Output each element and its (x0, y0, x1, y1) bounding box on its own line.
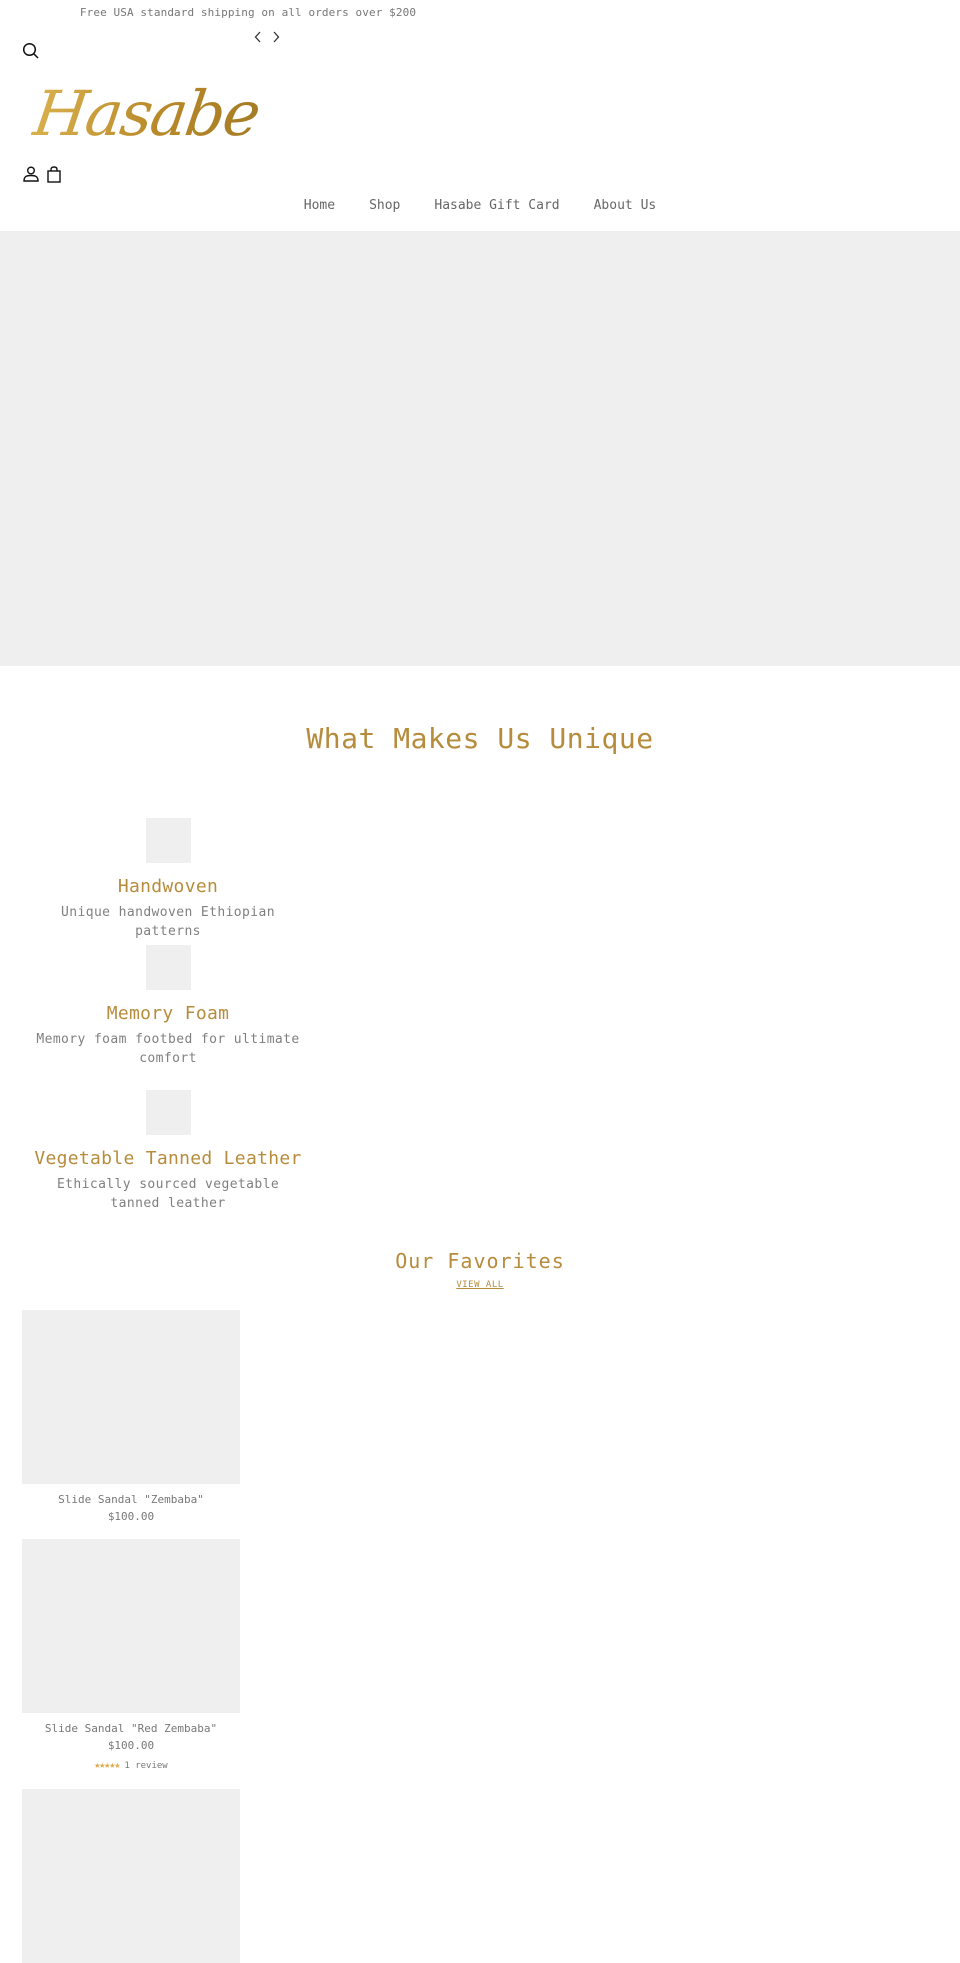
product-image[interactable] (22, 1539, 240, 1713)
memory-foam-icon (145, 945, 191, 990)
star-rating-icon: ★★★★★ (94, 1760, 120, 1771)
product-image[interactable] (22, 1789, 240, 1963)
feature-text: Ethically sourced vegetable tanned leath… (56, 1177, 280, 1211)
search-icon[interactable] (21, 41, 41, 61)
shopping-bag-icon[interactable] (46, 165, 62, 183)
leather-icon (145, 1090, 191, 1135)
feature-item: Vegetable Tanned Leather Ethically sourc… (0, 1090, 336, 1213)
feature-item: Memory Foam Memory foam footbed for ulti… (0, 945, 336, 1068)
feature-item: Handwoven Unique handwoven Ethiopian pat… (0, 818, 336, 941)
view-all-link[interactable]: VIEW ALL (456, 1280, 503, 1290)
review-count: 1 review (124, 1760, 168, 1771)
nav-item-shop[interactable]: Shop (352, 198, 417, 213)
product-name[interactable]: Slide Sandal "Zembaba" (22, 1493, 240, 1506)
user-icon[interactable] (22, 165, 40, 183)
announcement-text: Free USA standard shipping on all orders… (79, 6, 417, 19)
main-nav: Home Shop Hasabe Gift Card About Us (0, 198, 960, 213)
product-card: Slide Sandal "Red Zembaba" $100.00 ★★★★★… (22, 1539, 240, 1771)
product-price: $100.00 (107, 1510, 155, 1523)
nav-item-home[interactable]: Home (287, 198, 352, 213)
feature-title: Vegetable Tanned Leather (34, 1148, 302, 1169)
hero-banner (0, 231, 960, 666)
feature-title: Handwoven (117, 876, 219, 897)
feature-text: Memory foam footbed for ultimate comfort (36, 1032, 300, 1066)
feature-title: Memory Foam (106, 1003, 230, 1024)
handwoven-icon (145, 818, 191, 863)
product-card: Slide Sandal "Zembaba" $100.00 (22, 1310, 240, 1523)
chevron-left-icon[interactable] (253, 28, 263, 46)
product-name[interactable]: Slide Sandal "Red Zembaba" (22, 1722, 240, 1735)
feature-text: Unique handwoven Ethiopian patterns (61, 905, 275, 939)
favorites-title: Our Favorites (395, 1249, 565, 1273)
product-rating[interactable]: ★★★★★ 1 review (22, 1760, 240, 1771)
nav-item-gift-card[interactable]: Hasabe Gift Card (417, 198, 576, 213)
chevron-right-icon[interactable] (271, 28, 281, 46)
announcement-controls (253, 28, 281, 46)
logo-text: Hasabe (28, 76, 264, 150)
view-all-wrapper: VIEW ALL (0, 1280, 960, 1290)
product-image[interactable] (22, 1310, 240, 1484)
product-card (22, 1789, 240, 1963)
product-price: $100.00 (107, 1739, 155, 1752)
logo[interactable]: Hasabe (29, 68, 263, 158)
unique-section-title: What Makes Us Unique (306, 722, 654, 755)
nav-item-about-us[interactable]: About Us (577, 198, 674, 213)
